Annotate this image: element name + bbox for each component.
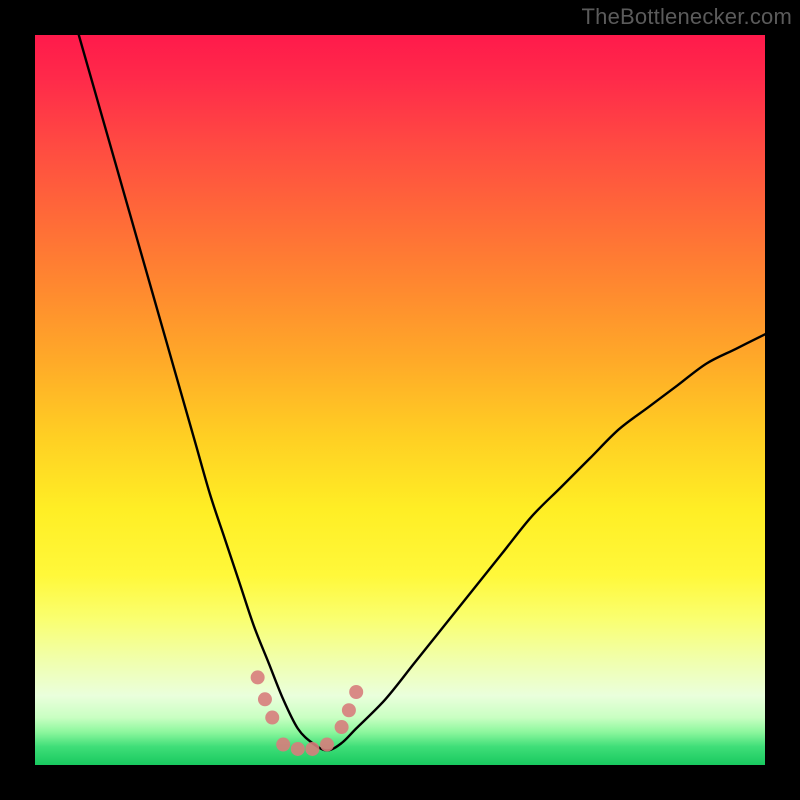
chart-svg: [35, 35, 765, 765]
marker-dot: [335, 720, 349, 734]
marker-dot: [291, 742, 305, 756]
marker-dot: [305, 742, 319, 756]
watermark-text: TheBottlenecker.com: [582, 4, 792, 30]
marker-dot: [251, 670, 265, 684]
marker-dot: [320, 738, 334, 752]
plot-area: [35, 35, 765, 765]
outer-frame: TheBottlenecker.com: [0, 0, 800, 800]
marker-dot: [265, 711, 279, 725]
marker-dot: [276, 738, 290, 752]
marker-dot: [349, 685, 363, 699]
marker-dot: [258, 692, 272, 706]
gradient-rect: [35, 35, 765, 765]
marker-dot: [342, 703, 356, 717]
